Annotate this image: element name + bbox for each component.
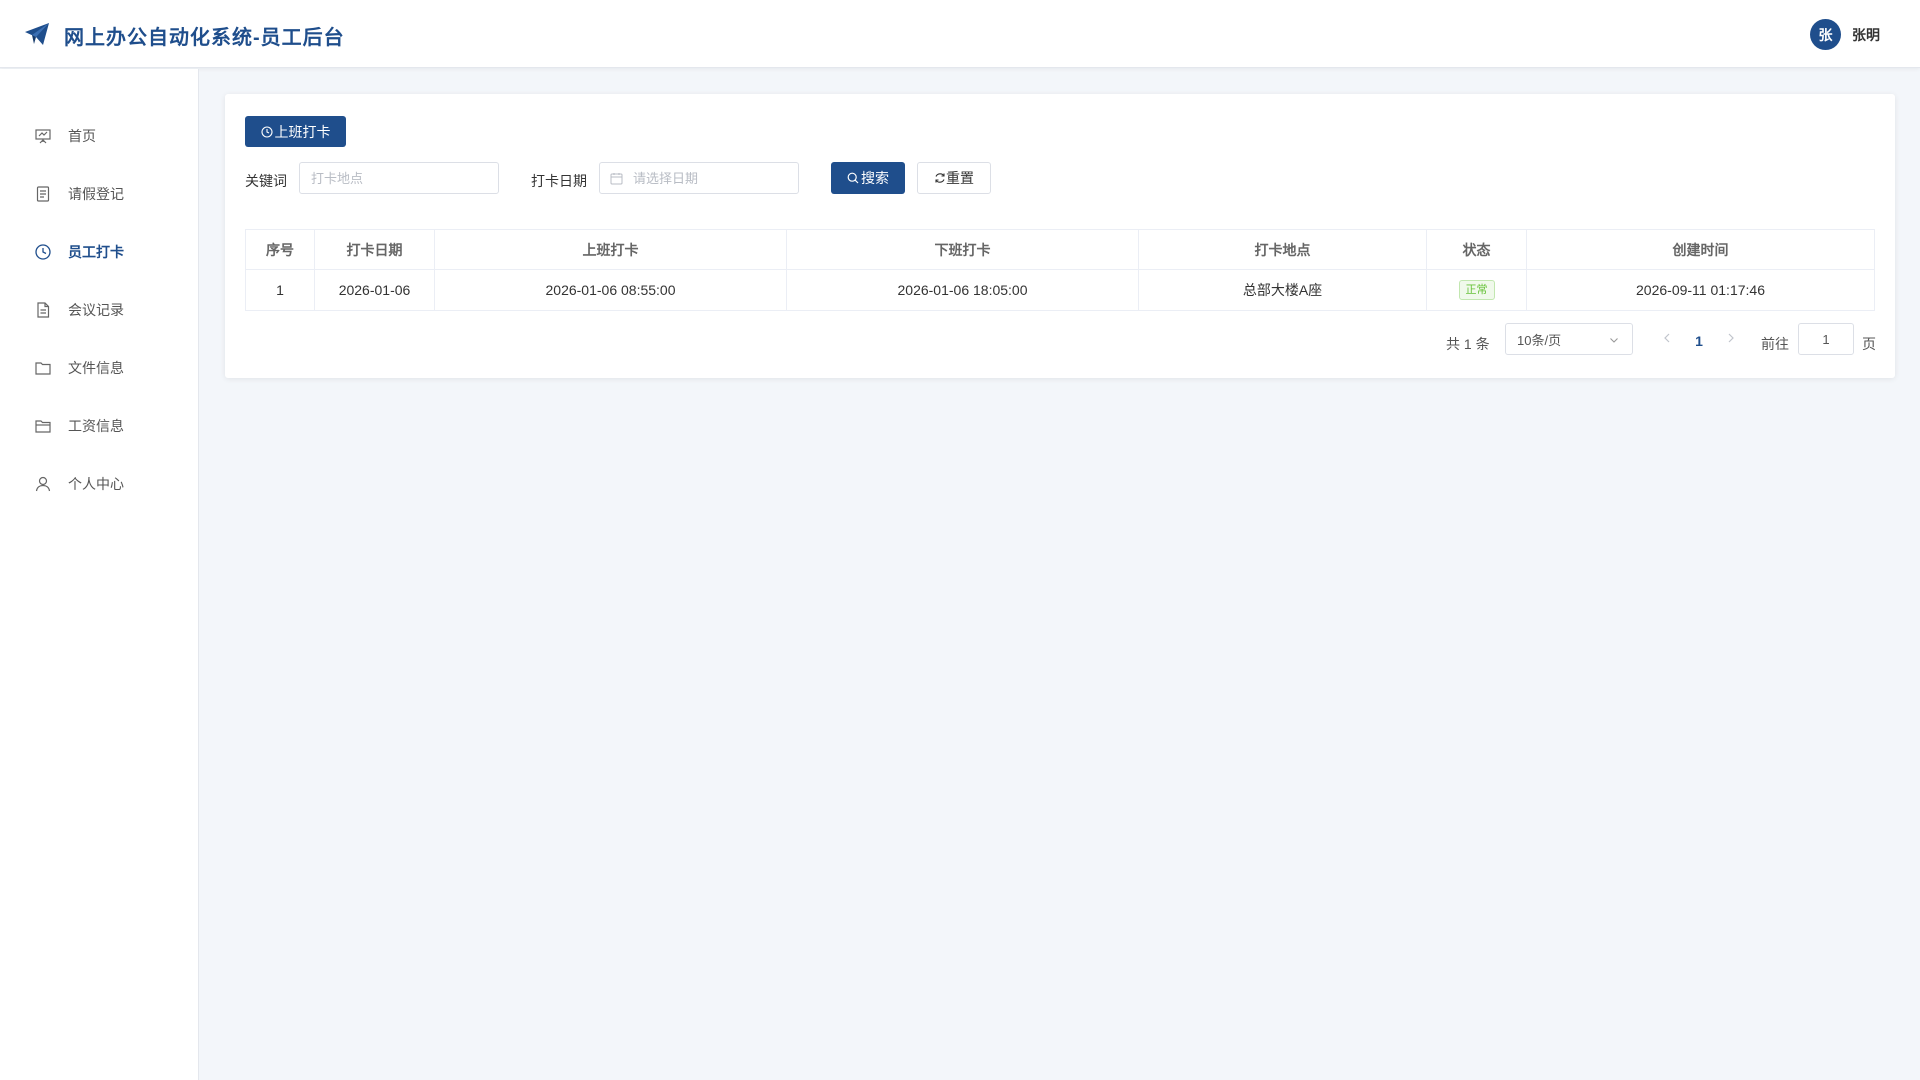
app-title: 网上办公自动化系统-员工后台 (64, 27, 345, 49)
cell-location: 总部大楼A座 (1138, 269, 1427, 311)
sidebar-item-label: 个人中心 (68, 476, 124, 492)
date-input[interactable] (599, 162, 799, 194)
clock-icon (34, 243, 52, 261)
column-header: 上班打卡 (434, 229, 787, 270)
goto-page-input[interactable] (1798, 323, 1854, 355)
page-suffix-label: 页 (1862, 336, 1876, 352)
user-menu[interactable]: 张 张明 (1810, 19, 1880, 50)
sidebar-item-label: 文件信息 (68, 360, 124, 376)
reset-label: 重置 (946, 170, 974, 186)
column-header: 打卡日期 (314, 229, 435, 270)
sidebar-item-label: 员工打卡 (68, 244, 124, 260)
refresh-icon (935, 173, 945, 183)
search-icon (847, 172, 859, 184)
folder-open-icon (34, 417, 52, 435)
cell-clock-out: 2026-01-06 18:05:00 (786, 269, 1139, 311)
sidebar-item-label: 请假登记 (68, 186, 124, 202)
column-header: 状态 (1426, 229, 1527, 270)
sidebar-item-attendance[interactable]: 员工打卡 (0, 232, 198, 272)
sidebar-item-label: 工资信息 (68, 418, 124, 434)
paper-plane-icon (25, 23, 49, 45)
clock-in-button[interactable]: 上班打卡 (245, 116, 346, 147)
cell-clock-in: 2026-01-06 08:55:00 (434, 269, 787, 311)
clock-icon (260, 125, 273, 138)
sidebar-item-meetings[interactable]: 会议记录 (0, 290, 198, 330)
date-picker[interactable] (599, 162, 799, 194)
calendar-icon (610, 173, 623, 185)
keyword-input[interactable] (299, 162, 499, 194)
search-label: 搜索 (861, 170, 889, 186)
column-header: 序号 (245, 229, 315, 270)
sidebar-item-leave[interactable]: 请假登记 (0, 174, 198, 214)
document-icon (34, 185, 52, 203)
cell-created: 2026-09-11 01:17:46 (1526, 269, 1875, 311)
file-text-icon (34, 301, 52, 319)
column-header: 下班打卡 (786, 229, 1139, 270)
status-badge: 正常 (1458, 280, 1495, 300)
column-header: 打卡地点 (1138, 229, 1427, 270)
search-button[interactable]: 搜索 (831, 162, 905, 194)
cell-status: 正常 (1426, 269, 1527, 311)
attendance-table: 序号 打卡日期 上班打卡 下班打卡 打卡地点 状态 创建时间 1 2026-01… (245, 229, 1875, 311)
chevron-right-icon[interactable] (1723, 330, 1739, 346)
page-number-current[interactable]: 1 (1691, 333, 1707, 349)
sidebar-item-home[interactable]: 首页 (0, 116, 198, 156)
sidebar: 首页 请假登记 员工打卡 会议记录 文件信息 工资信息 个人中心 (0, 69, 199, 1080)
column-header: 创建时间 (1526, 229, 1875, 270)
table-header-row: 序号 打卡日期 上班打卡 下班打卡 打卡地点 状态 创建时间 (245, 229, 1875, 270)
sidebar-item-label: 会议记录 (68, 302, 124, 318)
keyword-label: 关键词 (245, 173, 287, 189)
chevron-down-icon (1610, 338, 1618, 343)
user-icon (34, 475, 52, 493)
sidebar-item-label: 首页 (68, 128, 96, 144)
clock-in-label: 上班打卡 (274, 123, 331, 140)
table-row: 1 2026-01-06 2026-01-06 08:55:00 2026-01… (245, 269, 1875, 311)
attendance-panel: 上班打卡 关键词 打卡日期 搜索 重置 序号 打卡日期 上班打卡 (225, 94, 1895, 378)
reset-button[interactable]: 重置 (917, 162, 991, 194)
goto-label: 前往 (1761, 336, 1789, 352)
top-header: 网上办公自动化系统-员工后台 张 张明 (0, 0, 1920, 68)
folder-icon (34, 359, 52, 377)
cell-index: 1 (245, 269, 315, 311)
sidebar-item-profile[interactable]: 个人中心 (0, 464, 198, 504)
page-size-select[interactable]: 10条/页 (1505, 323, 1633, 355)
chevron-left-icon[interactable] (1659, 330, 1675, 346)
sidebar-item-salary[interactable]: 工资信息 (0, 406, 198, 446)
date-label: 打卡日期 (531, 173, 587, 189)
cell-date: 2026-01-06 (314, 269, 435, 311)
presentation-icon (34, 127, 52, 145)
sidebar-item-files[interactable]: 文件信息 (0, 348, 198, 388)
page-size-value: 10条/页 (1517, 332, 1562, 348)
pagination-total: 共 1 条 (1446, 336, 1490, 352)
user-name[interactable]: 张明 (1852, 25, 1880, 45)
avatar[interactable]: 张 (1810, 19, 1841, 50)
